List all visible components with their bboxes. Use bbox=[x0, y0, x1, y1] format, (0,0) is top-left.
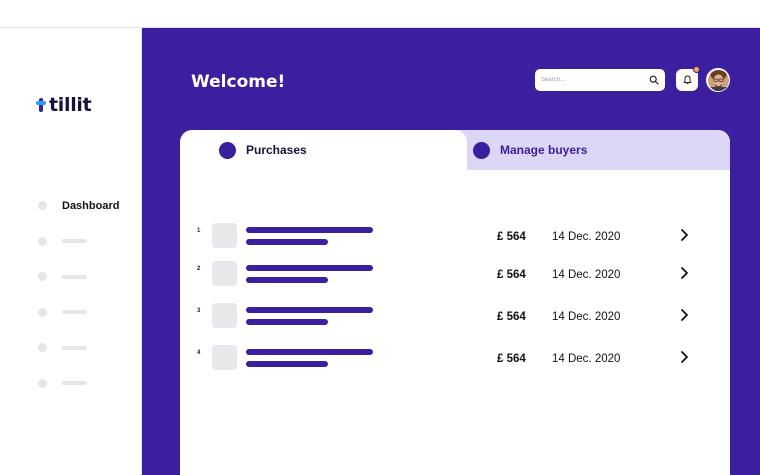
row-title-placeholder bbox=[246, 307, 373, 313]
sidebar-item-placeholder[interactable] bbox=[38, 330, 119, 366]
logo-cross-icon bbox=[36, 98, 46, 112]
product-thumbnail bbox=[212, 223, 237, 248]
product-thumbnail bbox=[212, 345, 237, 370]
row-date: 14 Dec. 2020 bbox=[552, 269, 621, 281]
window-top-bar bbox=[0, 0, 760, 28]
sidebar-item-dashboard[interactable]: Dashboard bbox=[38, 188, 119, 224]
search-icon[interactable] bbox=[649, 75, 659, 85]
bell-icon bbox=[683, 75, 691, 85]
sidebar-item-placeholder[interactable] bbox=[38, 366, 119, 402]
logo[interactable]: tillit bbox=[36, 94, 92, 116]
purchases-card: Purchases Manage buyers 1 £ 564 14 Dec. … bbox=[180, 130, 730, 475]
purchase-row[interactable]: 1 £ 564 14 Dec. 2020 bbox=[180, 223, 730, 253]
purchase-row[interactable]: 4 £ 564 14 Dec. 2020 bbox=[180, 345, 730, 375]
sidebar-item-label: Dashboard bbox=[62, 199, 120, 212]
tab-label: Purchases bbox=[246, 143, 307, 157]
row-subtitle-placeholder bbox=[246, 277, 328, 283]
purchase-row[interactable]: 2 £ 564 14 Dec. 2020 bbox=[180, 261, 730, 291]
nav-placeholder-icon bbox=[38, 343, 47, 353]
purchases-tab-icon bbox=[219, 141, 236, 159]
manage-buyers-tab-icon bbox=[473, 141, 490, 159]
chevron-right-icon[interactable] bbox=[679, 228, 689, 242]
search-input[interactable] bbox=[541, 77, 649, 83]
notifications-button[interactable] bbox=[676, 66, 700, 91]
row-index: 1 bbox=[197, 228, 201, 234]
row-subtitle-placeholder bbox=[246, 319, 328, 325]
notification-badge bbox=[693, 66, 700, 73]
nav-placeholder-icon bbox=[38, 307, 47, 317]
row-title-placeholder bbox=[246, 227, 373, 233]
row-date: 14 Dec. 2020 bbox=[552, 353, 621, 365]
page-title: Welcome! bbox=[191, 72, 286, 92]
sidebar-item-placeholder[interactable] bbox=[38, 295, 119, 331]
row-date: 14 Dec. 2020 bbox=[552, 311, 621, 323]
sidebar: tillit Dashboard bbox=[0, 28, 142, 475]
nav-placeholder-icon bbox=[38, 378, 47, 388]
row-amount: £ 564 bbox=[497, 311, 526, 323]
tab-manage-buyers[interactable]: Manage buyers bbox=[473, 130, 587, 170]
nav-placeholder-icon bbox=[38, 272, 47, 282]
row-title-placeholder bbox=[246, 265, 373, 271]
sidebar-item-placeholder-line bbox=[62, 381, 87, 386]
product-thumbnail bbox=[212, 303, 237, 328]
nav-placeholder-icon bbox=[38, 236, 47, 246]
chevron-right-icon[interactable] bbox=[679, 308, 689, 322]
main-area: Welcome! Search... Purchases Manage buye… bbox=[142, 28, 760, 475]
row-amount: £ 564 bbox=[497, 353, 526, 365]
row-subtitle-placeholder bbox=[246, 239, 328, 245]
row-amount: £ 564 bbox=[497, 231, 526, 243]
user-avatar-icon bbox=[707, 69, 729, 91]
dashboard-icon bbox=[38, 201, 47, 211]
row-subtitle-placeholder bbox=[246, 361, 328, 367]
sidebar-item-placeholder[interactable] bbox=[38, 224, 119, 260]
row-amount: £ 564 bbox=[497, 269, 526, 281]
chevron-right-icon[interactable] bbox=[679, 350, 689, 364]
search-box[interactable] bbox=[535, 69, 665, 91]
sidebar-item-placeholder[interactable] bbox=[38, 259, 119, 295]
row-index: 2 bbox=[197, 266, 201, 272]
tab-purchases-corner bbox=[443, 130, 467, 170]
avatar[interactable] bbox=[706, 68, 730, 92]
tab-purchases[interactable]: Purchases bbox=[219, 130, 307, 170]
row-title-placeholder bbox=[246, 349, 373, 355]
sidebar-item-placeholder-line bbox=[62, 310, 87, 315]
product-thumbnail bbox=[212, 261, 237, 286]
row-date: 14 Dec. 2020 bbox=[552, 231, 621, 243]
row-index: 4 bbox=[197, 350, 201, 356]
sidebar-item-placeholder-line bbox=[62, 239, 87, 244]
sidebar-nav: Dashboard bbox=[38, 188, 119, 401]
tab-label: Manage buyers bbox=[500, 143, 588, 157]
sidebar-item-placeholder-line bbox=[62, 345, 87, 350]
sidebar-item-placeholder-line bbox=[62, 274, 87, 279]
chevron-right-icon[interactable] bbox=[679, 266, 689, 280]
purchase-row[interactable]: 3 £ 564 14 Dec. 2020 bbox=[180, 303, 730, 333]
logo-text: tillit bbox=[49, 94, 92, 116]
row-index: 3 bbox=[197, 308, 201, 314]
